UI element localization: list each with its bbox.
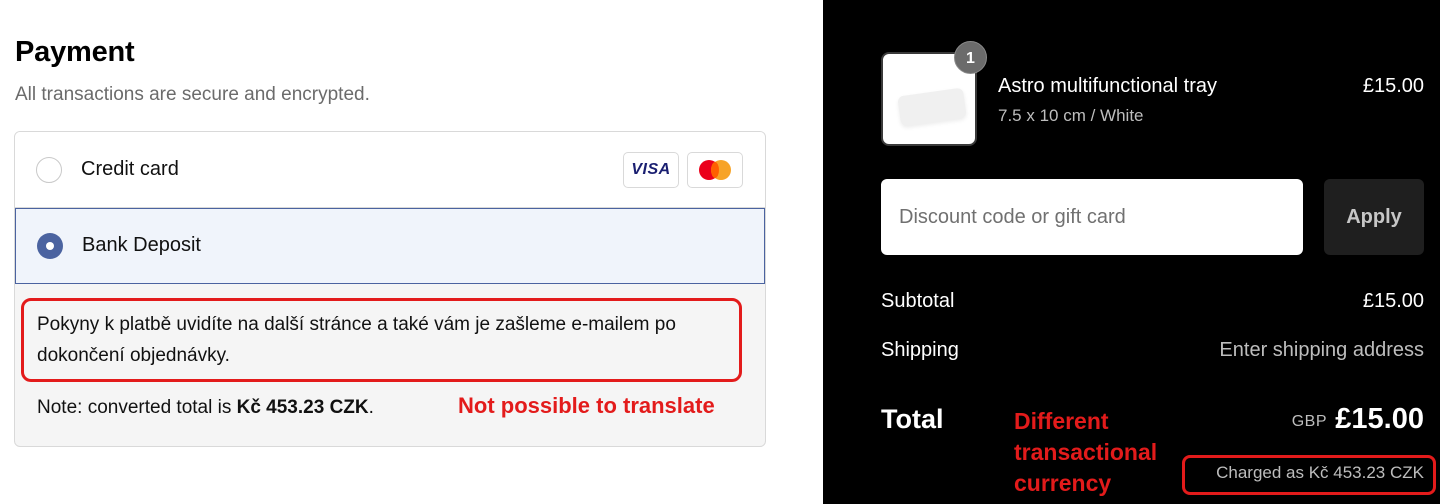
subtotal-value: £15.00	[1362, 290, 1424, 312]
payment-option-bank-deposit[interactable]: Bank Deposit	[15, 208, 765, 284]
shipping-label: Shipping	[881, 339, 959, 361]
quantity-badge: 1	[954, 41, 987, 74]
payment-option-credit-card[interactable]: Credit card VISA	[15, 132, 765, 208]
mastercard-icon	[687, 152, 743, 188]
order-summary: 1 Astro multifunctional tray 7.5 x 10 cm…	[823, 0, 1440, 504]
discount-code-input[interactable]	[881, 179, 1303, 255]
total-label: Total	[881, 404, 944, 434]
credit-card-radio[interactable]	[36, 157, 62, 183]
shipping-value: Enter shipping address	[1219, 339, 1424, 361]
converted-total-note: Note: converted total is Kč 453.23 CZK.	[37, 397, 374, 419]
payment-subtitle: All transactions are secure and encrypte…	[15, 84, 370, 105]
bank-deposit-label: Bank Deposit	[82, 234, 201, 256]
visa-icon: VISA	[623, 152, 679, 188]
product-name: Astro multifunctional tray	[998, 75, 1217, 97]
bank-deposit-radio[interactable]	[37, 233, 63, 259]
note-suffix: .	[368, 397, 374, 418]
note-prefix: Note: converted total is	[37, 397, 237, 418]
payment-section: Payment All transactions are secure and …	[0, 0, 823, 504]
product-price: £15.00	[1362, 75, 1424, 97]
bank-deposit-instructions: Pokyny k platbě uvidíte na další stránce…	[37, 314, 676, 366]
product-variant: 7.5 x 10 cm / White	[998, 106, 1144, 125]
note-amount: Kč 453.23 CZK	[236, 397, 369, 418]
total-amount: £15.00	[1335, 403, 1424, 435]
total-currency: GBP	[1291, 413, 1327, 430]
charged-as-text: Charged as Kč 453.23 CZK	[1216, 463, 1424, 482]
annotation-different-currency: Different transactional currency	[1014, 408, 1158, 496]
tray-image	[897, 87, 967, 127]
subtotal-label: Subtotal	[881, 290, 955, 312]
payment-title: Payment	[15, 36, 135, 68]
credit-card-label: Credit card	[81, 158, 179, 180]
apply-button[interactable]: Apply	[1324, 179, 1424, 255]
annotation-not-translatable: Not possible to translate	[458, 393, 715, 418]
